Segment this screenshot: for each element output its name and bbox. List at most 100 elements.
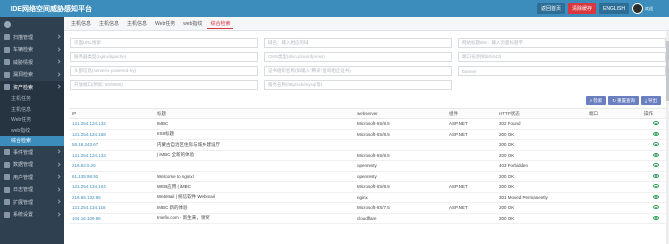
url-input[interactable]: 页面URL搜索 [70, 38, 258, 48]
eye-icon[interactable] [652, 215, 659, 220]
sidebar-item[interactable]: 扫描管理 [0, 31, 64, 44]
eye-icon[interactable] [652, 163, 659, 168]
reset-button[interactable]: ↻ 重置查询 [608, 96, 639, 105]
sidebar-item[interactable]: 车辆检索 [0, 44, 64, 57]
table-cell[interactable] [642, 213, 667, 224]
table-cell[interactable] [642, 160, 667, 172]
sidebar-item-label: 事件管理 [13, 149, 34, 156]
sidebar-item[interactable]: 漏洞检索 [0, 69, 64, 82]
top-header: TIDE网络空间威胁感知平台 返回首页 清除缓存 ENGLISH 欢迎 [0, 0, 669, 17]
sidebar-nav: 扫描管理 车辆检索 威胁情报漏洞检索资产检索 主机任务 主机信息 Web任务 web指纹 综合… [0, 31, 64, 221]
col-component[interactable]: 组件 [447, 108, 497, 119]
ip-link[interactable]: 218.65.132.96 [70, 192, 155, 203]
cert-org-input[interactable]: 证书组织名称(如输入"腾讯"查询相应证书) [264, 66, 452, 76]
tab[interactable]: 综合检索 [207, 19, 234, 29]
table-cell[interactable] [642, 202, 667, 214]
sidebar-user [0, 17, 64, 31]
table-row: 121.254.134.104 WEB应用 | iMBC Microsoft-IIS… [70, 181, 667, 193]
domain-input[interactable]: 域名：输入相应的域 [264, 38, 452, 48]
eye-icon[interactable] [652, 173, 659, 178]
table-cell: ASP.NET [447, 181, 497, 193]
table-cell: 内蒙古自治区住房与城乡建设厅 [155, 139, 355, 151]
sidebar-item-label: 漏洞检索 [13, 72, 34, 79]
tab[interactable]: 主机信息 [68, 19, 94, 29]
header-buttons: 返回首页 清除缓存 ENGLISH [537, 3, 629, 14]
col-action: 操作 [642, 108, 667, 119]
sidebar-item[interactable]: 事件管理 [0, 146, 64, 159]
sidebar-subitem[interactable]: 主机任务 [0, 93, 64, 104]
title-input[interactable]: 网站标题title：输入页面标题字 [458, 38, 666, 48]
sidebar-item[interactable]: 数据管理 [0, 159, 64, 172]
tab[interactable]: web指纹 [180, 19, 205, 29]
sidebar-item[interactable]: 系统设置 [0, 209, 64, 222]
table-cell[interactable] [642, 139, 667, 151]
refresh-icon: ↻ [612, 97, 616, 103]
ip-link[interactable]: 104.16.109.96 [70, 213, 155, 224]
ip-link[interactable]: 218.83.5.26 [70, 160, 155, 172]
table-cell[interactable] [642, 150, 667, 161]
sidebar-subitem[interactable]: web指纹 [0, 125, 64, 136]
eye-icon[interactable] [652, 152, 659, 157]
ip-link[interactable]: 121.254.134.104 [70, 181, 155, 193]
sidebar-item[interactable]: 扩展管理 [0, 196, 64, 209]
clear-cache-button[interactable]: 清除缓存 [568, 3, 597, 14]
table-cell[interactable] [642, 171, 667, 182]
user-menu[interactable]: 欢迎 [632, 1, 666, 16]
eye-icon[interactable] [652, 131, 659, 136]
port-input[interactable]: 端口号(例如80/443) [458, 52, 666, 62]
export-button[interactable]: ⤓ 导出 [641, 96, 661, 105]
col-ip[interactable]: IP [70, 108, 155, 119]
table-row: 218.83.5.26 openresty 403 Forbidden [70, 160, 667, 172]
tab[interactable]: 主机信息 [124, 19, 150, 29]
home-button[interactable]: 返回首页 [537, 3, 566, 14]
action-buttons: ⌕ 检索 ↻ 重置查询 ⤓ 导出 [585, 96, 661, 105]
ip-link[interactable]: 121.254.134.133 [70, 150, 155, 161]
brand-area[interactable]: TIDE网络空间威胁感知平台 [0, 0, 92, 17]
table-cell: openresty [355, 171, 447, 182]
sidebar-item[interactable]: 威胁情报 [0, 56, 64, 69]
eye-icon[interactable] [652, 142, 659, 147]
search-icon: ⌕ [589, 98, 593, 103]
sidebar-subitem[interactable]: Web任务 [0, 114, 64, 125]
ip-link[interactable]: 121.254.134.118 [70, 202, 155, 214]
eye-icon[interactable] [652, 184, 659, 189]
eye-icon[interactable] [652, 194, 659, 199]
banner-input[interactable]: Banner [458, 66, 666, 76]
tab[interactable]: 主机信息 [96, 19, 122, 29]
table-cell[interactable] [642, 181, 667, 193]
col-port[interactable]: 端口 [587, 108, 642, 119]
col-http-status[interactable]: HTTP状态 [497, 108, 587, 119]
table-cell: Microsoft-IIS/8.5 [355, 129, 447, 140]
search-button[interactable]: ⌕ 检索 [585, 96, 607, 105]
col-webserver[interactable]: webserver [355, 108, 447, 119]
menu-icon [4, 161, 10, 168]
table-cell [447, 171, 497, 182]
table-cell [587, 150, 642, 161]
language-button[interactable]: ENGLISH [599, 3, 629, 14]
ip-link[interactable]: 58.18.243.67 [70, 139, 155, 151]
ip-link[interactable]: 121.254.134.168 [70, 129, 155, 140]
ip-link[interactable]: 61.138.98.92 [70, 171, 155, 182]
table-cell[interactable] [642, 192, 667, 203]
sidebar-item[interactable]: 日志管理 [0, 184, 64, 197]
table-cell[interactable] [642, 129, 667, 140]
eye-icon[interactable] [652, 205, 659, 210]
ip-link[interactable]: 121.254.134.132 [70, 118, 155, 130]
table-cell: IMBC [155, 118, 355, 130]
cms-type-input[interactable]: CMS类型(discuz/wordpress) [264, 52, 452, 62]
table-cell: Imefix.com - 新生来，领奖 [155, 213, 355, 224]
chevron-icon [56, 174, 61, 179]
sidebar-item[interactable]: 资产检索 [0, 81, 64, 94]
service-name-input[interactable]: 服务名称(http/ssh/mysql等) [264, 80, 452, 90]
sidebar-subitem[interactable]: 主机信息 [0, 104, 64, 115]
open-port-input[interactable]: 开放端口(例如: 80/8080) [70, 80, 258, 90]
table-cell[interactable] [642, 118, 667, 130]
header-info-input[interactable]: 头部信息(server/x-powered-by) [70, 66, 258, 76]
sidebar-item[interactable]: 用户管理 [0, 171, 64, 184]
tab[interactable]: Web任务 [152, 19, 178, 29]
server-type-input[interactable]: 服务器类型(nginx/apache) [70, 52, 258, 62]
eye-icon[interactable] [652, 121, 659, 126]
sidebar-subitem[interactable]: 综合检索 [0, 135, 64, 146]
table-cell [587, 202, 642, 214]
col-title[interactable]: 标题 [155, 108, 355, 119]
